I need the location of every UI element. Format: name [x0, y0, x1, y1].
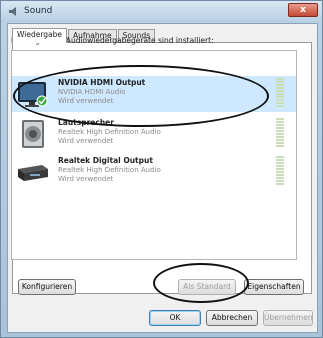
list-item-lautsprecher[interactable]: Lautsprecher Realtek High Definition Aud… [12, 116, 296, 152]
device-status: Wird verwendet [58, 137, 114, 145]
device-name: NVIDIA HDMI Output [58, 78, 146, 87]
configure-button[interactable]: Konfigurieren [18, 279, 76, 295]
list-item-nvidia-hdmi[interactable]: NVIDIA HDMI Output NVIDIA HDMI Audio Wir… [12, 76, 296, 112]
list-item-realtek-digital[interactable]: Realtek Digital Output Realtek High Defi… [12, 154, 296, 190]
digital-receiver-icon [18, 165, 48, 181]
level-meter [276, 78, 284, 110]
close-button[interactable]: x [288, 3, 318, 17]
device-list[interactable]: NVIDIA HDMI Output NVIDIA HDMI Audio Wir… [11, 50, 297, 260]
level-meter [276, 156, 284, 188]
properties-button[interactable]: Eigenschaften [244, 279, 304, 295]
sound-dialog: Sound x Wiedergabe Aufnahme Sounds Konfi… [0, 0, 323, 338]
ok-button[interactable]: OK [149, 310, 201, 326]
device-name: Lautsprecher [58, 118, 114, 127]
monitor-icon [18, 82, 48, 107]
cancel-button[interactable]: Abbrechen [206, 310, 258, 326]
speaker-app-icon [9, 7, 16, 16]
device-status: Wird verwendet [58, 97, 114, 105]
device-status: Wird verwendet [58, 175, 114, 183]
speaker-icon [22, 120, 44, 148]
device-driver: Realtek High Definition Audio [58, 128, 161, 136]
window-title: Sound [24, 6, 53, 16]
device-name: Realtek Digital Output [58, 156, 153, 165]
apply-button[interactable]: Übernehmen [263, 310, 313, 326]
device-driver: Realtek High Definition Audio [58, 166, 161, 174]
level-meter [276, 118, 284, 150]
title-bar[interactable]: Sound x [1, 1, 322, 23]
device-driver: NVIDIA HDMI Audio [58, 88, 126, 96]
tab-wiedergabe[interactable]: Wiedergabe [12, 28, 68, 43]
set-default-button[interactable]: Als Standard [178, 279, 236, 295]
